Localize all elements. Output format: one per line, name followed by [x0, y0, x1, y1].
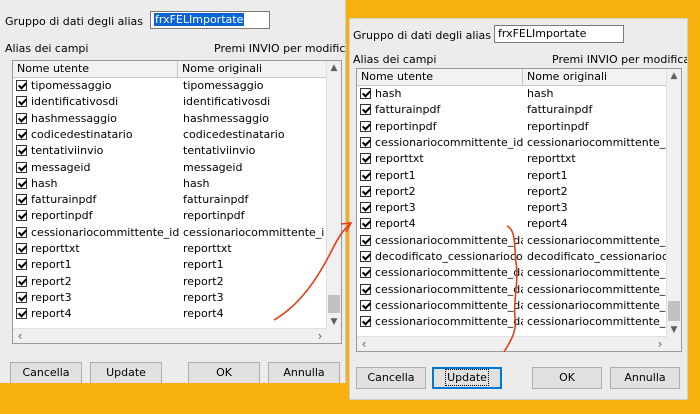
annotation-overlay [273, 222, 518, 353]
annotation-bracket [503, 225, 518, 353]
annotation-arrow [273, 223, 351, 321]
